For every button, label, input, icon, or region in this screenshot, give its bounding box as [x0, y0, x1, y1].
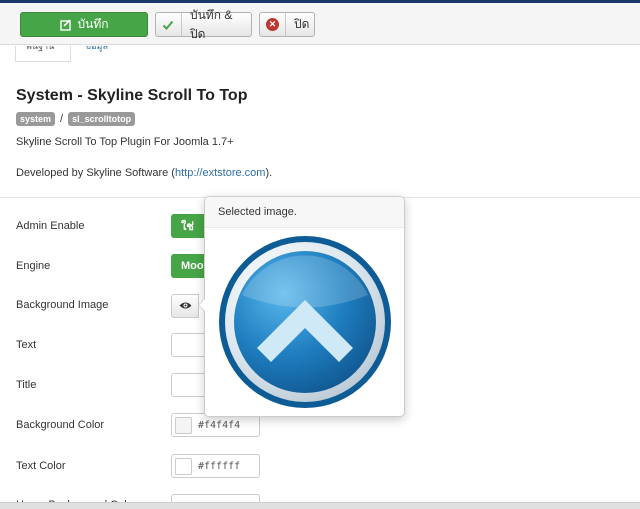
close-button-label: ปิด [294, 17, 310, 31]
text-color-input[interactable]: #ffffff [171, 454, 260, 478]
edit-icon [59, 13, 72, 36]
preview-image-button[interactable] [171, 294, 199, 318]
image-preview-popover: Selected image. [198, 196, 405, 417]
plugin-badges: system / sl_scrolltotop [16, 112, 136, 126]
text-color-swatch[interactable] [175, 457, 192, 475]
close-button[interactable]: ✕ ปิด [259, 12, 315, 37]
tab-main[interactable]: พื้นฐาน [15, 46, 71, 62]
eye-icon [179, 299, 192, 313]
popover-arrow [198, 298, 205, 312]
save-close-button-label: บันทึก & ปิด [189, 7, 233, 41]
developer-prefix: Developed by Skyline Software ( [16, 167, 175, 179]
badge-separator: / [60, 113, 64, 125]
save-close-button[interactable]: บันทึก & ปิด [155, 8, 252, 41]
checkmark-icon [156, 13, 182, 36]
tab-details[interactable]: ข้อมูล [75, 46, 125, 62]
developer-suffix: ). [265, 167, 273, 179]
title-label: Title [16, 379, 37, 391]
background-color-value: #f4f4f4 [198, 419, 241, 431]
popover-header: Selected image. [205, 197, 404, 228]
text-color-label: Text Color [16, 460, 66, 472]
save-button-label: บันทึก [77, 17, 109, 31]
save-button[interactable]: บันทึก [20, 12, 148, 37]
plugin-description: Skyline Scroll To Top Plugin For Joomla … [16, 136, 234, 148]
element-badge: sl_scrolltotop [68, 112, 136, 126]
background-image-label: Background Image [16, 299, 109, 311]
scroll-to-top-icon [218, 235, 392, 412]
developer-link[interactable]: http://extstore.com [175, 167, 265, 179]
text-color-value: #ffffff [198, 460, 241, 472]
close-icon: ✕ [260, 13, 286, 36]
background-color-label: Background Color [16, 419, 105, 431]
group-badge: system [16, 112, 56, 126]
bottom-scrollbar[interactable] [0, 502, 640, 509]
toolbar: บันทึก บันทึก & ปิด ✕ ปิด [0, 3, 640, 45]
developer-line: Developed by Skyline Software (http://ex… [16, 167, 272, 179]
text-label: Text [16, 339, 37, 351]
page-title: System - Skyline Scroll To Top [16, 87, 248, 104]
background-color-swatch[interactable] [175, 416, 192, 434]
admin-enable-label: Admin Enable [16, 220, 85, 232]
engine-label: Engine [16, 260, 51, 272]
